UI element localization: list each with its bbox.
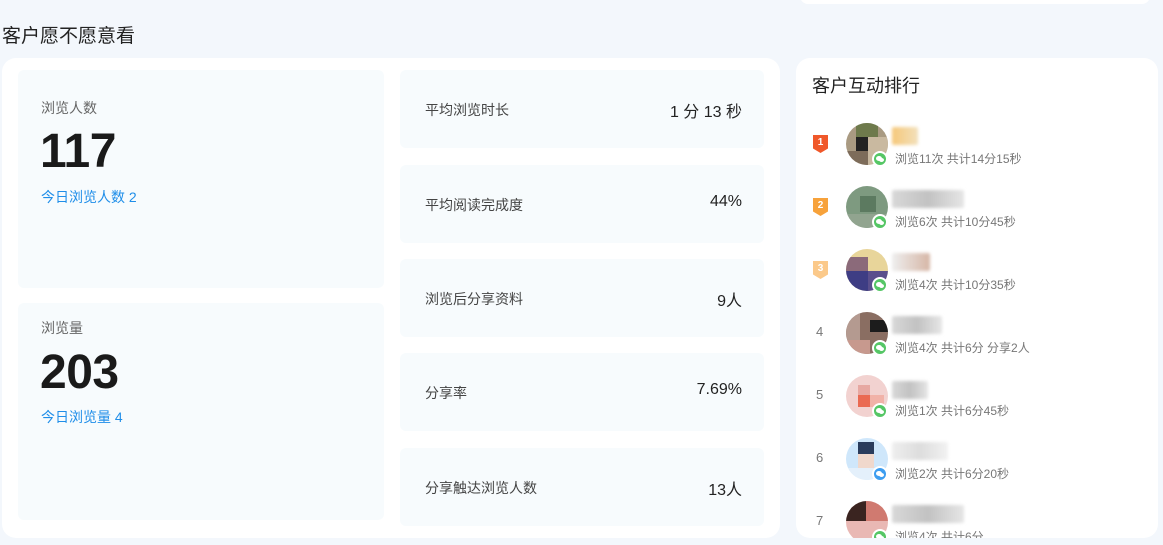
metric-share-reach: 分享触达浏览人数 13人 <box>400 448 764 526</box>
metric-label: 分享率 <box>425 385 467 401</box>
metric-avg-duration: 平均浏览时长 1 分 13 秒 <box>400 70 764 148</box>
ranking-title: 客户互动排行 <box>812 76 920 96</box>
ranking-row[interactable]: 7 浏览4次 共计6分 <box>796 501 1158 538</box>
metric-value: 44% <box>709 193 742 210</box>
verified-icon <box>872 466 888 482</box>
ranking-stats: 浏览4次 共计6分 分享2人 <box>895 341 1030 355</box>
views-today[interactable]: 今日浏览量 4 <box>41 407 123 427</box>
customer-name <box>892 316 942 334</box>
ranking-row[interactable]: 3 浏览4次 共计10分35秒 <box>796 249 1158 305</box>
ranking-stats: 浏览11次 共计14分15秒 <box>895 152 1022 166</box>
customer-name <box>892 253 930 271</box>
ranking-row[interactable]: 4 浏览4次 共计6分 分享2人 <box>796 312 1158 368</box>
customer-name <box>892 505 964 523</box>
rank-number: 5 <box>816 387 824 402</box>
metric-label: 平均浏览时长 <box>425 102 509 118</box>
ranking-row[interactable]: 1 浏览11次 共计14分15秒 <box>796 123 1158 179</box>
ranking-row[interactable]: 2 浏览6次 共计10分45秒 <box>796 186 1158 242</box>
metric-shared-after-view: 浏览后分享资料 9人 <box>400 259 764 337</box>
rank-number: 7 <box>816 513 824 528</box>
ranking-stats: 浏览4次 共计10分35秒 <box>895 278 1016 292</box>
rank-number: 6 <box>816 450 824 465</box>
interaction-ranking-card: 客户互动排行 1 浏览11次 共计14分15秒 2 浏览6次 共计10分45秒 … <box>796 58 1158 538</box>
rank-badge-icon: 2 <box>813 198 828 216</box>
metric-share-rate: 分享率 7.69% <box>400 353 764 431</box>
section-title: 客户愿不愿意看 <box>2 26 136 47</box>
wechat-icon <box>872 340 888 356</box>
views-stat: 浏览量 203 今日浏览量 4 <box>18 303 384 520</box>
metric-label: 浏览后分享资料 <box>425 291 523 307</box>
metric-value: 13人 <box>708 482 742 499</box>
viewers-today[interactable]: 今日浏览人数 2 <box>41 187 137 207</box>
metric-label: 平均阅读完成度 <box>425 197 523 213</box>
wechat-icon <box>872 529 888 538</box>
wechat-icon <box>872 151 888 167</box>
ranking-row[interactable]: 6 浏览2次 共计6分20秒 <box>796 438 1158 494</box>
wechat-icon <box>872 214 888 230</box>
rank-badge-icon: 3 <box>813 261 828 279</box>
viewers-value: 117 <box>40 125 116 178</box>
ranking-stats: 浏览6次 共计10分45秒 <box>895 215 1016 229</box>
metric-value: 1 分 13 秒 <box>669 104 742 121</box>
ranking-row[interactable]: 5 浏览1次 共计6分45秒 <box>796 375 1158 431</box>
customer-name <box>892 190 964 208</box>
metric-label: 分享触达浏览人数 <box>425 480 537 496</box>
views-value: 203 <box>40 346 119 399</box>
metric-value: 7.69% <box>696 381 742 398</box>
viewers-label: 浏览人数 <box>41 100 97 116</box>
engagement-stats-card: 浏览人数 117 今日浏览人数 2 浏览量 203 今日浏览量 4 平均浏览时长… <box>2 58 780 538</box>
viewers-stat: 浏览人数 117 今日浏览人数 2 <box>18 70 384 288</box>
ranking-stats: 浏览1次 共计6分45秒 <box>895 404 1010 418</box>
customer-name <box>892 381 928 399</box>
metric-value: 9人 <box>717 293 742 310</box>
ranking-stats: 浏览2次 共计6分20秒 <box>895 467 1010 481</box>
rank-badge-icon: 1 <box>813 135 828 153</box>
metric-avg-completion: 平均阅读完成度 44% <box>400 165 764 243</box>
customer-name <box>892 127 918 145</box>
customer-name <box>892 442 948 460</box>
ranking-stats: 浏览4次 共计6分 <box>895 530 984 538</box>
rank-number: 4 <box>816 324 824 339</box>
views-label: 浏览量 <box>41 320 83 336</box>
wechat-icon <box>872 277 888 293</box>
top-card-edge <box>800 0 1150 4</box>
wechat-icon <box>872 403 888 419</box>
